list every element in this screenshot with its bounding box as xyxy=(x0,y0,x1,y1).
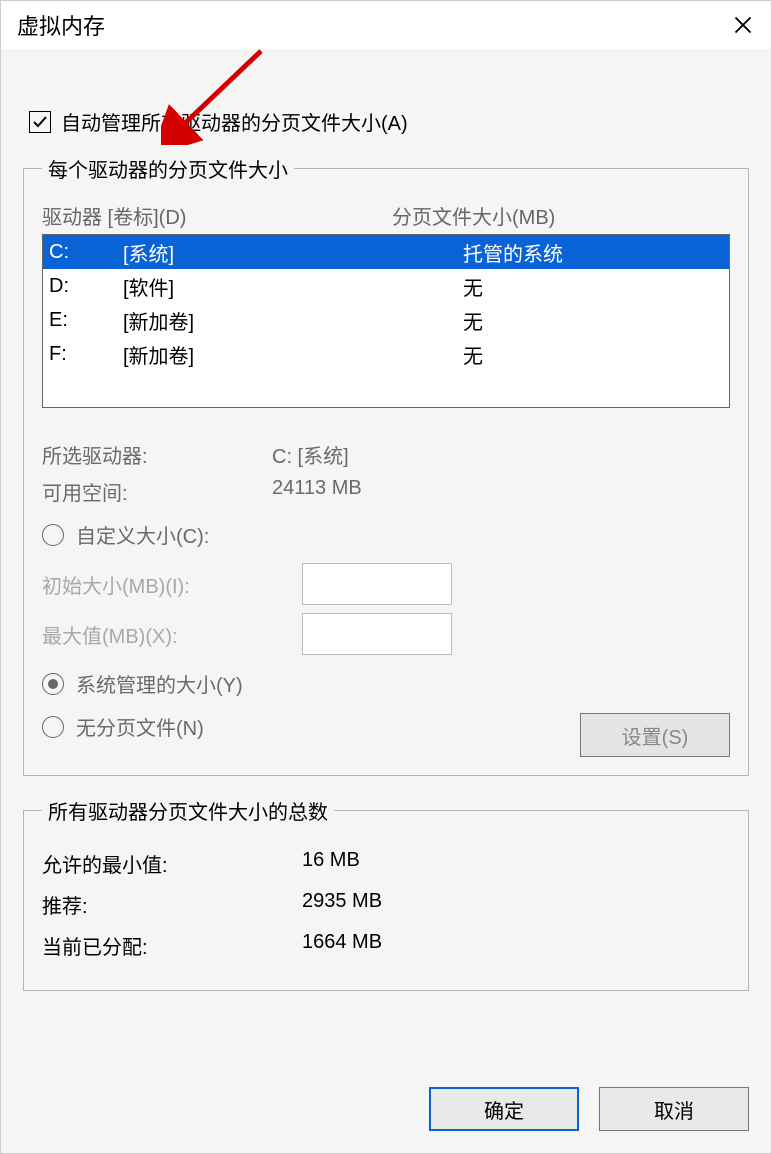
cur-label: 当前已分配: xyxy=(42,931,302,960)
auto-manage-label: 自动管理所有驱动器的分页文件大小(A) xyxy=(61,107,408,136)
custom-size-label: 自定义大小(C): xyxy=(76,520,209,549)
initial-size-row: 初始大小(MB)(I): xyxy=(42,563,730,605)
drive-list-headers: 驱动器 [卷标](D) 分页文件大小(MB) xyxy=(42,201,730,230)
selected-drive-label: 所选驱动器: xyxy=(42,440,272,469)
initial-size-label: 初始大小(MB)(I): xyxy=(42,570,302,599)
initial-size-input[interactable] xyxy=(302,563,452,605)
min-label: 允许的最小值: xyxy=(42,849,302,878)
close-icon xyxy=(733,15,753,35)
dialog-title: 虚拟内存 xyxy=(17,9,105,41)
virtual-memory-dialog: 虚拟内存 自动管理所有驱动器的分页文件大小(A) 每个驱动器的分页文件大小 驱动… xyxy=(0,0,772,1154)
drive-size: 无 xyxy=(463,306,723,335)
totals-group: 所有驱动器分页文件大小的总数 允许的最小值: 16 MB 推荐: 2935 MB… xyxy=(23,796,749,991)
drive-letter: F: xyxy=(49,343,123,366)
ok-button[interactable]: 确定 xyxy=(429,1087,579,1131)
checkmark-icon xyxy=(32,114,48,130)
drive-row[interactable]: D: [软件] 无 xyxy=(43,269,729,303)
cur-row: 当前已分配: 1664 MB xyxy=(42,931,730,960)
cur-value: 1664 MB xyxy=(302,931,382,960)
drive-letter: E: xyxy=(49,309,123,332)
min-row: 允许的最小值: 16 MB xyxy=(42,849,730,878)
titlebar: 虚拟内存 xyxy=(1,1,771,49)
header-drive: 驱动器 [卷标](D) xyxy=(42,201,392,230)
drive-letter: C: xyxy=(49,241,123,264)
selected-drive-value: C: [系统] xyxy=(272,440,349,469)
rec-value: 2935 MB xyxy=(302,890,382,919)
custom-size-radio[interactable] xyxy=(42,524,64,546)
drive-row[interactable]: F: [新加卷] 无 xyxy=(43,337,729,371)
drive-volume: [新加卷] xyxy=(123,306,463,335)
drive-volume: [软件] xyxy=(123,272,463,301)
max-size-input[interactable] xyxy=(302,613,452,655)
auto-manage-row[interactable]: 自动管理所有驱动器的分页文件大小(A) xyxy=(29,107,749,136)
selected-drive-row: 所选驱动器: C: [系统] xyxy=(42,440,730,469)
rec-label: 推荐: xyxy=(42,890,302,919)
list-spacer xyxy=(43,371,729,407)
drives-group: 每个驱动器的分页文件大小 驱动器 [卷标](D) 分页文件大小(MB) C: [… xyxy=(23,154,749,776)
free-space-row: 可用空间: 24113 MB xyxy=(42,477,730,506)
header-size: 分页文件大小(MB) xyxy=(392,201,555,230)
drive-size: 托管的系统 xyxy=(463,238,723,267)
drive-row[interactable]: E: [新加卷] 无 xyxy=(43,303,729,337)
totals-legend: 所有驱动器分页文件大小的总数 xyxy=(42,796,334,825)
no-paging-radio[interactable] xyxy=(42,716,64,738)
close-button[interactable] xyxy=(715,1,771,49)
drive-volume: [系统] xyxy=(123,238,463,267)
auto-manage-checkbox[interactable] xyxy=(29,111,51,133)
system-managed-radio[interactable] xyxy=(42,673,64,695)
system-managed-radio-row[interactable]: 系统管理的大小(Y) xyxy=(42,669,730,698)
drive-size: 无 xyxy=(463,340,723,369)
custom-size-radio-row[interactable]: 自定义大小(C): xyxy=(42,520,730,549)
max-size-label: 最大值(MB)(X): xyxy=(42,620,302,649)
system-managed-label: 系统管理的大小(Y) xyxy=(76,669,243,698)
drive-size: 无 xyxy=(463,272,723,301)
set-button[interactable]: 设置(S) xyxy=(580,713,730,757)
button-bar: 确定 取消 xyxy=(1,1071,771,1153)
max-size-row: 最大值(MB)(X): xyxy=(42,613,730,655)
min-value: 16 MB xyxy=(302,849,360,878)
free-space-label: 可用空间: xyxy=(42,477,272,506)
drive-row[interactable]: C: [系统] 托管的系统 xyxy=(43,235,729,269)
no-paging-label: 无分页文件(N) xyxy=(76,712,204,741)
drive-letter: D: xyxy=(49,275,123,298)
drives-legend: 每个驱动器的分页文件大小 xyxy=(42,154,294,183)
drive-list[interactable]: C: [系统] 托管的系统 D: [软件] 无 E: [新加卷] 无 F: [新… xyxy=(42,234,730,408)
cancel-button[interactable]: 取消 xyxy=(599,1087,749,1131)
free-space-value: 24113 MB xyxy=(272,477,362,506)
rec-row: 推荐: 2935 MB xyxy=(42,890,730,919)
drive-volume: [新加卷] xyxy=(123,340,463,369)
dialog-body: 自动管理所有驱动器的分页文件大小(A) 每个驱动器的分页文件大小 驱动器 [卷标… xyxy=(1,49,771,1071)
